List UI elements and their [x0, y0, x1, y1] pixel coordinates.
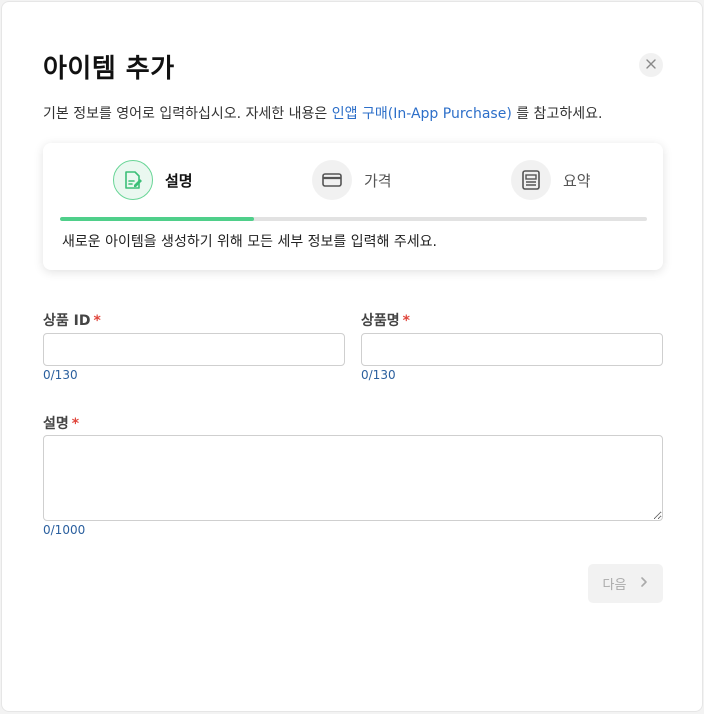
- progress-fill: [60, 217, 254, 221]
- credit-card-icon: [312, 160, 352, 200]
- description-textarea[interactable]: [43, 435, 663, 521]
- stepper-card: 설명 가격 요약 새로운 아이템을 생성하기 위해 모든 세부 정보를 입력해 …: [43, 143, 663, 270]
- step-label: 설명: [165, 171, 193, 190]
- step-description: 설명: [113, 160, 193, 200]
- product-id-input[interactable]: [43, 333, 345, 366]
- progress-bar: [60, 217, 647, 221]
- next-button[interactable]: 다음: [588, 564, 663, 603]
- dialog-title: 아이템 추가: [43, 54, 175, 84]
- subtitle-text: 기본 정보를 영어로 입력하십시오. 자세한 내용은: [43, 106, 332, 122]
- next-button-label: 다음: [602, 578, 627, 593]
- add-item-dialog: 아이템 추가 기본 정보를 영어로 입력하십시오. 자세한 내용은 인앱 구매(…: [1, 1, 703, 712]
- step-price: 가격: [312, 160, 392, 200]
- product-name-input[interactable]: [361, 333, 663, 366]
- close-icon: [645, 58, 657, 73]
- description-counter: 0/1000: [43, 523, 86, 537]
- summary-list-icon: [511, 160, 551, 200]
- close-button[interactable]: [639, 53, 663, 77]
- product-name-counter: 0/130: [361, 368, 396, 382]
- step-label: 요약: [563, 171, 591, 190]
- subtitle-text-end: 를 참고하세요.: [511, 106, 603, 122]
- document-edit-icon: [113, 160, 153, 200]
- step-description-text: 새로운 아이템을 생성하기 위해 모든 세부 정보를 입력해 주세요.: [62, 234, 437, 250]
- product-id-label: 상품 ID *: [43, 310, 101, 330]
- description-label: 설명 *: [43, 413, 79, 433]
- step-summary: 요약: [511, 160, 591, 200]
- product-id-counter: 0/130: [43, 368, 78, 382]
- in-app-purchase-link[interactable]: 인앱 구매(In-App Purchase): [332, 106, 512, 122]
- dialog-subtitle: 기본 정보를 영어로 입력하십시오. 자세한 내용은 인앱 구매(In-App …: [43, 103, 602, 123]
- required-mark: *: [71, 416, 80, 432]
- product-name-label-text: 상품명: [361, 313, 400, 329]
- step-label: 가격: [364, 171, 392, 190]
- required-mark: *: [93, 313, 101, 329]
- product-id-label-text: 상품 ID: [43, 313, 91, 329]
- required-mark: *: [402, 313, 410, 329]
- product-name-label: 상품명 *: [361, 310, 410, 330]
- description-label-text: 설명: [43, 416, 69, 432]
- chevron-right-icon: [640, 576, 648, 592]
